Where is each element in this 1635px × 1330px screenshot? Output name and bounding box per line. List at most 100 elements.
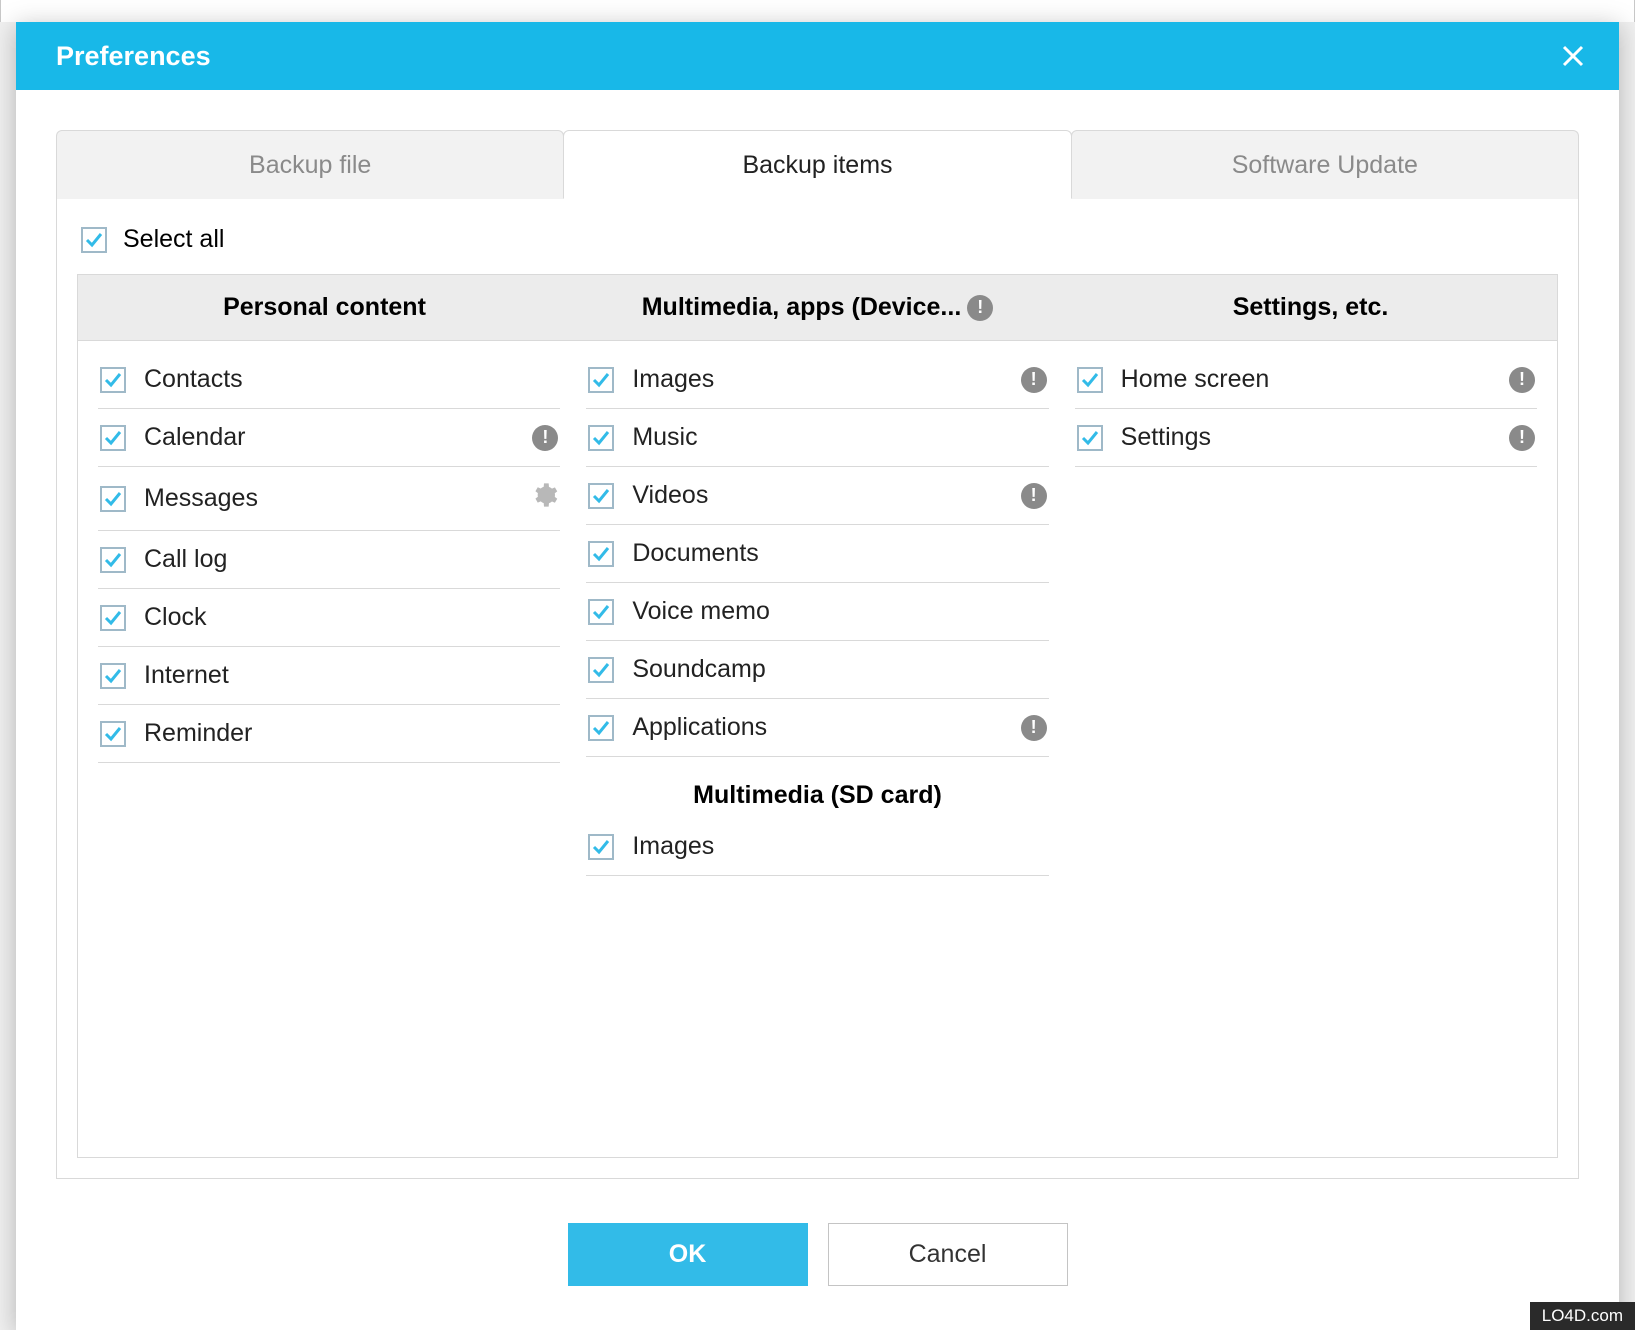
info-icon[interactable]: ! <box>1021 367 1047 393</box>
item-label: Home screen <box>1121 365 1491 394</box>
tab-backup-items[interactable]: Backup items <box>563 130 1071 199</box>
multimedia-item-videos: Videos! <box>586 467 1048 525</box>
select-all-label: Select all <box>123 225 224 254</box>
checkbox-home-screen[interactable] <box>1077 367 1103 393</box>
checkbox-music[interactable] <box>588 425 614 451</box>
info-icon[interactable]: ! <box>967 295 993 321</box>
item-label: Contacts <box>144 365 558 394</box>
check-icon <box>592 603 610 621</box>
check-icon <box>104 490 122 508</box>
item-label: Soundcamp <box>632 655 1046 684</box>
personal-item-contacts: Contacts <box>98 351 560 409</box>
personal-item-clock: Clock <box>98 589 560 647</box>
header-multimedia: Multimedia, apps (Device... ! <box>571 275 1064 340</box>
checkbox-images[interactable] <box>588 834 614 860</box>
checkbox-call-log[interactable] <box>100 547 126 573</box>
check-icon <box>592 661 610 679</box>
check-icon <box>592 838 610 856</box>
check-icon <box>592 371 610 389</box>
check-icon <box>104 725 122 743</box>
watermark: LO4D.com <box>1530 1302 1635 1330</box>
multimedia-sd-item-images: Images <box>586 818 1048 876</box>
checkbox-calendar[interactable] <box>100 425 126 451</box>
preferences-dialog: Preferences Backup file Backup items Sof… <box>16 22 1619 1330</box>
checkbox-clock[interactable] <box>100 605 126 631</box>
multimedia-item-music: Music <box>586 409 1048 467</box>
checkbox-internet[interactable] <box>100 663 126 689</box>
checkbox-images[interactable] <box>588 367 614 393</box>
check-icon <box>104 551 122 569</box>
gear-icon <box>530 481 558 509</box>
check-icon <box>592 719 610 737</box>
multimedia-item-documents: Documents <box>586 525 1048 583</box>
item-label: Voice memo <box>632 597 1046 626</box>
info-icon[interactable]: ! <box>1509 425 1535 451</box>
item-label: Internet <box>144 661 558 690</box>
check-icon <box>592 487 610 505</box>
ok-button[interactable]: OK <box>568 1223 808 1286</box>
tab-panel-backup-items: Select all Personal content Multimedia, … <box>56 199 1579 1179</box>
check-icon <box>592 429 610 447</box>
personal-item-call-log: Call log <box>98 531 560 589</box>
checkbox-voice-memo[interactable] <box>588 599 614 625</box>
cancel-button[interactable]: Cancel <box>828 1223 1068 1286</box>
check-icon <box>104 371 122 389</box>
info-icon[interactable]: ! <box>532 425 558 451</box>
header-personal: Personal content <box>78 275 571 340</box>
checkbox-applications[interactable] <box>588 715 614 741</box>
window-title: Preferences <box>56 41 211 72</box>
check-icon <box>1081 429 1099 447</box>
info-icon[interactable]: ! <box>1021 483 1047 509</box>
check-icon <box>104 667 122 685</box>
check-icon <box>104 609 122 627</box>
dialog-footer: OK Cancel <box>16 1189 1619 1330</box>
multimedia-item-applications: Applications! <box>586 699 1048 757</box>
personal-item-reminder: Reminder <box>98 705 560 763</box>
check-icon <box>104 429 122 447</box>
info-icon[interactable]: ! <box>1021 715 1047 741</box>
item-label: Call log <box>144 545 558 574</box>
personal-item-internet: Internet <box>98 647 560 705</box>
item-label: Messages <box>144 484 512 513</box>
check-icon <box>1081 371 1099 389</box>
gear-button[interactable] <box>530 481 558 516</box>
titlebar: Preferences <box>16 22 1619 90</box>
settings-item-settings: Settings! <box>1075 409 1537 467</box>
checkbox-soundcamp[interactable] <box>588 657 614 683</box>
item-label: Images <box>632 832 1046 861</box>
tabs: Backup file Backup items Software Update <box>56 130 1579 199</box>
item-label: Videos <box>632 481 1002 510</box>
multimedia-item-voice-memo: Voice memo <box>586 583 1048 641</box>
multimedia-item-soundcamp: Soundcamp <box>586 641 1048 699</box>
item-label: Calendar <box>144 423 514 452</box>
multimedia-sd-header: Multimedia (SD card) <box>586 757 1048 818</box>
checkbox-messages[interactable] <box>100 486 126 512</box>
multimedia-item-images: Images! <box>586 351 1048 409</box>
close-button[interactable] <box>1555 38 1591 74</box>
item-label: Music <box>632 423 1046 452</box>
select-all-row: Select all <box>77 219 1558 274</box>
item-label: Documents <box>632 539 1046 568</box>
item-label: Settings <box>1121 423 1491 452</box>
checkbox-settings[interactable] <box>1077 425 1103 451</box>
column-headers: Personal content Multimedia, apps (Devic… <box>77 274 1558 341</box>
info-icon[interactable]: ! <box>1509 367 1535 393</box>
select-all-checkbox[interactable] <box>81 227 107 253</box>
item-label: Images <box>632 365 1002 394</box>
checkbox-contacts[interactable] <box>100 367 126 393</box>
check-icon <box>85 231 103 249</box>
item-label: Applications <box>632 713 1002 742</box>
checkbox-reminder[interactable] <box>100 721 126 747</box>
item-label: Clock <box>144 603 558 632</box>
checkbox-documents[interactable] <box>588 541 614 567</box>
items-scroll-area[interactable]: Contacts Calendar! Messages Call log Clock In… <box>78 341 1557 1157</box>
column-personal: Contacts Calendar! Messages Call log Clock In… <box>98 351 576 1147</box>
item-label: Reminder <box>144 719 558 748</box>
tab-backup-file[interactable]: Backup file <box>56 130 564 199</box>
personal-item-calendar: Calendar! <box>98 409 560 467</box>
column-settings: Home screen!Settings! <box>1075 351 1553 1147</box>
tab-software-update[interactable]: Software Update <box>1071 130 1579 199</box>
checkbox-videos[interactable] <box>588 483 614 509</box>
settings-item-home-screen: Home screen! <box>1075 351 1537 409</box>
check-icon <box>592 545 610 563</box>
